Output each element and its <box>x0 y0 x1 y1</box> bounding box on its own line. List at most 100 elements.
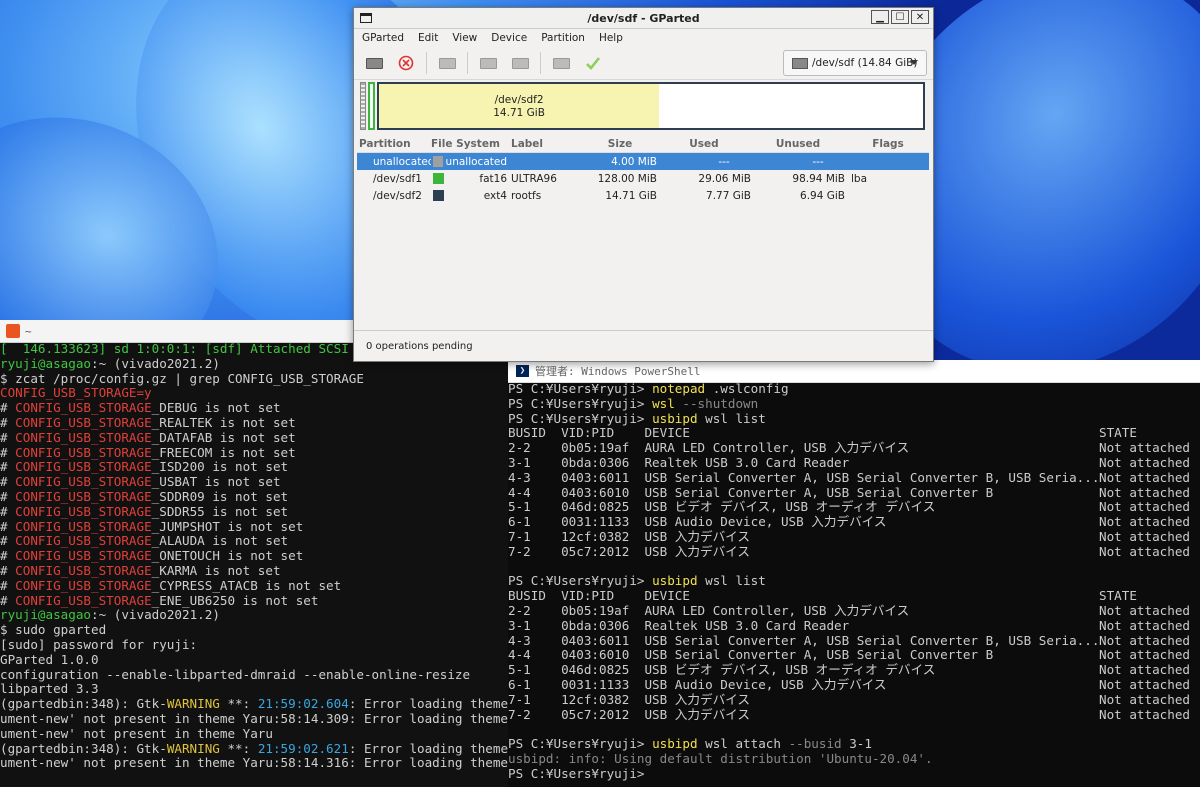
menu-partition[interactable]: Partition <box>541 32 585 44</box>
powershell-output[interactable]: PS C:¥Users¥ryuji> notepad .wslconfig PS… <box>508 382 1200 787</box>
cell-partition: unallocated <box>373 155 431 168</box>
terminal-line: # CONFIG_USB_STORAGE_DATAFAB is not set <box>0 429 296 445</box>
linux-terminal-window[interactable]: ~ [ 146.133623] sd 1:0:0:1: [sdf] Attach… <box>0 320 520 787</box>
gparted-titlebar[interactable]: /dev/sdf - GParted ▁ ☐ ✕ <box>354 8 933 29</box>
partition-row[interactable]: /dev/sdf1 fat16 ULTRA96 128.00 MiB 29.06 MiB… <box>357 170 929 187</box>
resize-move-button[interactable] <box>435 52 459 74</box>
terminal-line: (gpartedbin:348): Gtk-WARNING **: 21:59:… <box>0 696 520 712</box>
menu-edit[interactable]: Edit <box>418 32 438 44</box>
usb-device-row: 4-3 0403:6011 USB Serial Converter A, US… <box>508 632 1190 648</box>
terminal-line: (gpartedbin:348): Gtk-WARNING **: 21:59:… <box>0 740 520 756</box>
menu-help[interactable]: Help <box>599 32 623 44</box>
terminal-line: GParted 1.0.0 <box>0 651 99 667</box>
disk-map-sdf1[interactable] <box>368 82 375 130</box>
device-selector[interactable]: /dev/sdf (14.84 GiB) <box>783 50 927 76</box>
close-button[interactable]: ✕ <box>911 10 929 24</box>
terminal-line: # CONFIG_USB_STORAGE_DEBUG is not set <box>0 400 281 416</box>
terminal-line: # CONFIG_USB_STORAGE_ISD200 is not set <box>0 459 289 475</box>
col-unused[interactable]: Unused <box>751 138 845 150</box>
powershell-window[interactable]: ❯ 管理者: Windows PowerShell PS C:¥Users¥ry… <box>508 360 1200 787</box>
partition-row[interactable]: unallocated unallocated 4.00 MiB --- --- <box>357 153 929 170</box>
usb-device-row: 5-1 046d:0825 USB ビデオ デバイス, USB オーディオ デバ… <box>508 499 1190 515</box>
filesystem-color-swatch <box>433 190 444 201</box>
usb-device-row: 2-2 0b05:19af AURA LED Controller, USB 入… <box>508 440 1190 456</box>
menu-gparted[interactable]: GParted <box>362 32 404 44</box>
terminal-line: # CONFIG_USB_STORAGE_KARMA is not set <box>0 562 281 578</box>
terminal-title: ~ <box>25 324 32 338</box>
cell-size: 14.71 GiB <box>605 189 657 202</box>
cell-label: ULTRA96 <box>511 172 557 185</box>
usb-device-row: 3-1 0bda:0306 Realtek USB 3.0 Card Reade… <box>508 617 1190 633</box>
col-partition[interactable]: Partition <box>357 138 431 150</box>
partition-row[interactable]: /dev/sdf2 ext4 rootfs 14.71 GiB 7.77 GiB 6.94… <box>357 187 929 204</box>
gparted-window[interactable]: /dev/sdf - GParted ▁ ☐ ✕ GParted Edit Vi… <box>353 7 934 362</box>
terminal-line: # CONFIG_USB_STORAGE_CYPRESS_ATACB is no… <box>0 577 342 593</box>
cell-flags: lba <box>851 172 868 185</box>
terminal-line: CONFIG_USB_STORAGE=y <box>0 385 152 401</box>
ps-prompt-line[interactable]: PS C:¥Users¥ryuji> <box>508 766 1200 782</box>
ps-line: PS C:¥Users¥ryuji> wsl --shutdown <box>508 395 759 411</box>
disk-icon <box>552 57 570 69</box>
ps-line: usbipd: info: Using default distribution… <box>508 750 933 766</box>
terminal-line: # CONFIG_USB_STORAGE_ENE_UB6250 is not s… <box>0 592 319 608</box>
disk-map-unallocated[interactable] <box>360 82 366 130</box>
status-bar: 0 operations pending <box>354 330 933 361</box>
terminal-line: # CONFIG_USB_STORAGE_JUMPSHOT is not set <box>0 518 304 534</box>
toolbar-separator <box>540 52 541 74</box>
undo-button[interactable] <box>549 52 573 74</box>
minimize-button[interactable]: ▁ <box>871 10 889 24</box>
cell-unused: --- <box>812 155 824 168</box>
apply-button[interactable] <box>581 52 605 74</box>
powershell-icon: ❯ <box>516 365 529 377</box>
terminal-line: $ zcat /proc/config.gz | grep CONFIG_USB… <box>0 370 364 386</box>
usb-device-row: 2-2 0b05:19af AURA LED Controller, USB 入… <box>508 602 1190 618</box>
new-partition-button[interactable] <box>362 52 386 74</box>
cell-size: 4.00 MiB <box>611 155 657 168</box>
terminal-line: ument-new' not present in theme Yaru:58:… <box>0 710 520 726</box>
terminal-line: # CONFIG_USB_STORAGE_ALAUDA is not set <box>0 533 289 549</box>
ps-table-header: BUSID VID:PID DEVICE STATE <box>508 425 1137 441</box>
paste-button[interactable] <box>508 52 532 74</box>
usb-device-row: 6-1 0031:1133 USB Audio Device, USB 入力デバ… <box>508 676 1190 692</box>
terminal-line: # CONFIG_USB_STORAGE_REALTEK is not set <box>0 414 296 430</box>
disk-map-sdf2[interactable]: /dev/sdf2 14.71 GiB <box>377 82 925 130</box>
disk-icon <box>438 57 456 69</box>
filesystem-color-swatch <box>433 173 444 184</box>
col-size[interactable]: Size <box>583 138 657 150</box>
terminal-line: ryuji@asagao:~ (vivado2021.2) <box>0 607 220 623</box>
menubar: GParted Edit View Device Partition Help <box>354 29 933 47</box>
col-filesystem[interactable]: File System <box>431 138 509 150</box>
ps-line: PS C:¥Users¥ryuji> usbipd wsl list <box>508 573 766 589</box>
usb-device-row: 7-2 05c7:2012 USB 入力デバイス Not attached <box>508 543 1190 559</box>
delete-partition-button[interactable] <box>394 52 418 74</box>
terminal-line: ument-new' not present in theme Yaru <box>0 725 273 741</box>
copy-button[interactable] <box>476 52 500 74</box>
window-title: /dev/sdf - GParted <box>587 11 700 25</box>
usb-device-row: 4-4 0403:6010 USB Serial Converter A, US… <box>508 647 1190 663</box>
col-flags[interactable]: Flags <box>845 138 925 150</box>
maximize-button[interactable]: ☐ <box>891 10 909 24</box>
menu-view[interactable]: View <box>452 32 477 44</box>
cell-size: 128.00 MiB <box>597 172 657 185</box>
menu-device[interactable]: Device <box>491 32 527 44</box>
usb-device-row: 4-3 0403:6011 USB Serial Converter A, US… <box>508 469 1190 485</box>
terminal-line: # CONFIG_USB_STORAGE_USBAT is not set <box>0 474 281 490</box>
cell-unused: 98.94 MiB <box>792 172 845 185</box>
disk-icon <box>479 57 497 69</box>
device-selector-label: /dev/sdf (14.84 GiB) <box>812 57 918 69</box>
cell-unused: 6.94 GiB <box>800 189 845 202</box>
chevron-down-icon <box>910 60 918 65</box>
cell-used: 7.77 GiB <box>706 189 751 202</box>
cell-filesystem: fat16 <box>431 173 509 185</box>
cell-partition: /dev/sdf1 <box>373 172 422 185</box>
col-used[interactable]: Used <box>657 138 751 150</box>
checkmark-icon <box>586 57 601 70</box>
ps-blank-line <box>508 560 1200 575</box>
powershell-titlebar[interactable]: ❯ 管理者: Windows PowerShell <box>508 360 1200 383</box>
terminal-line: # CONFIG_USB_STORAGE_SDDR55 is not set <box>0 503 289 519</box>
usb-device-row: 5-1 046d:0825 USB ビデオ デバイス, USB オーディオ デバ… <box>508 662 1190 678</box>
terminal-output[interactable]: [ 146.133623] sd 1:0:0:1: [sdf] Attached… <box>0 342 520 787</box>
toolbar: /dev/sdf (14.84 GiB) <box>354 47 933 80</box>
filesystem-color-swatch <box>433 156 443 167</box>
col-label[interactable]: Label <box>509 138 583 150</box>
